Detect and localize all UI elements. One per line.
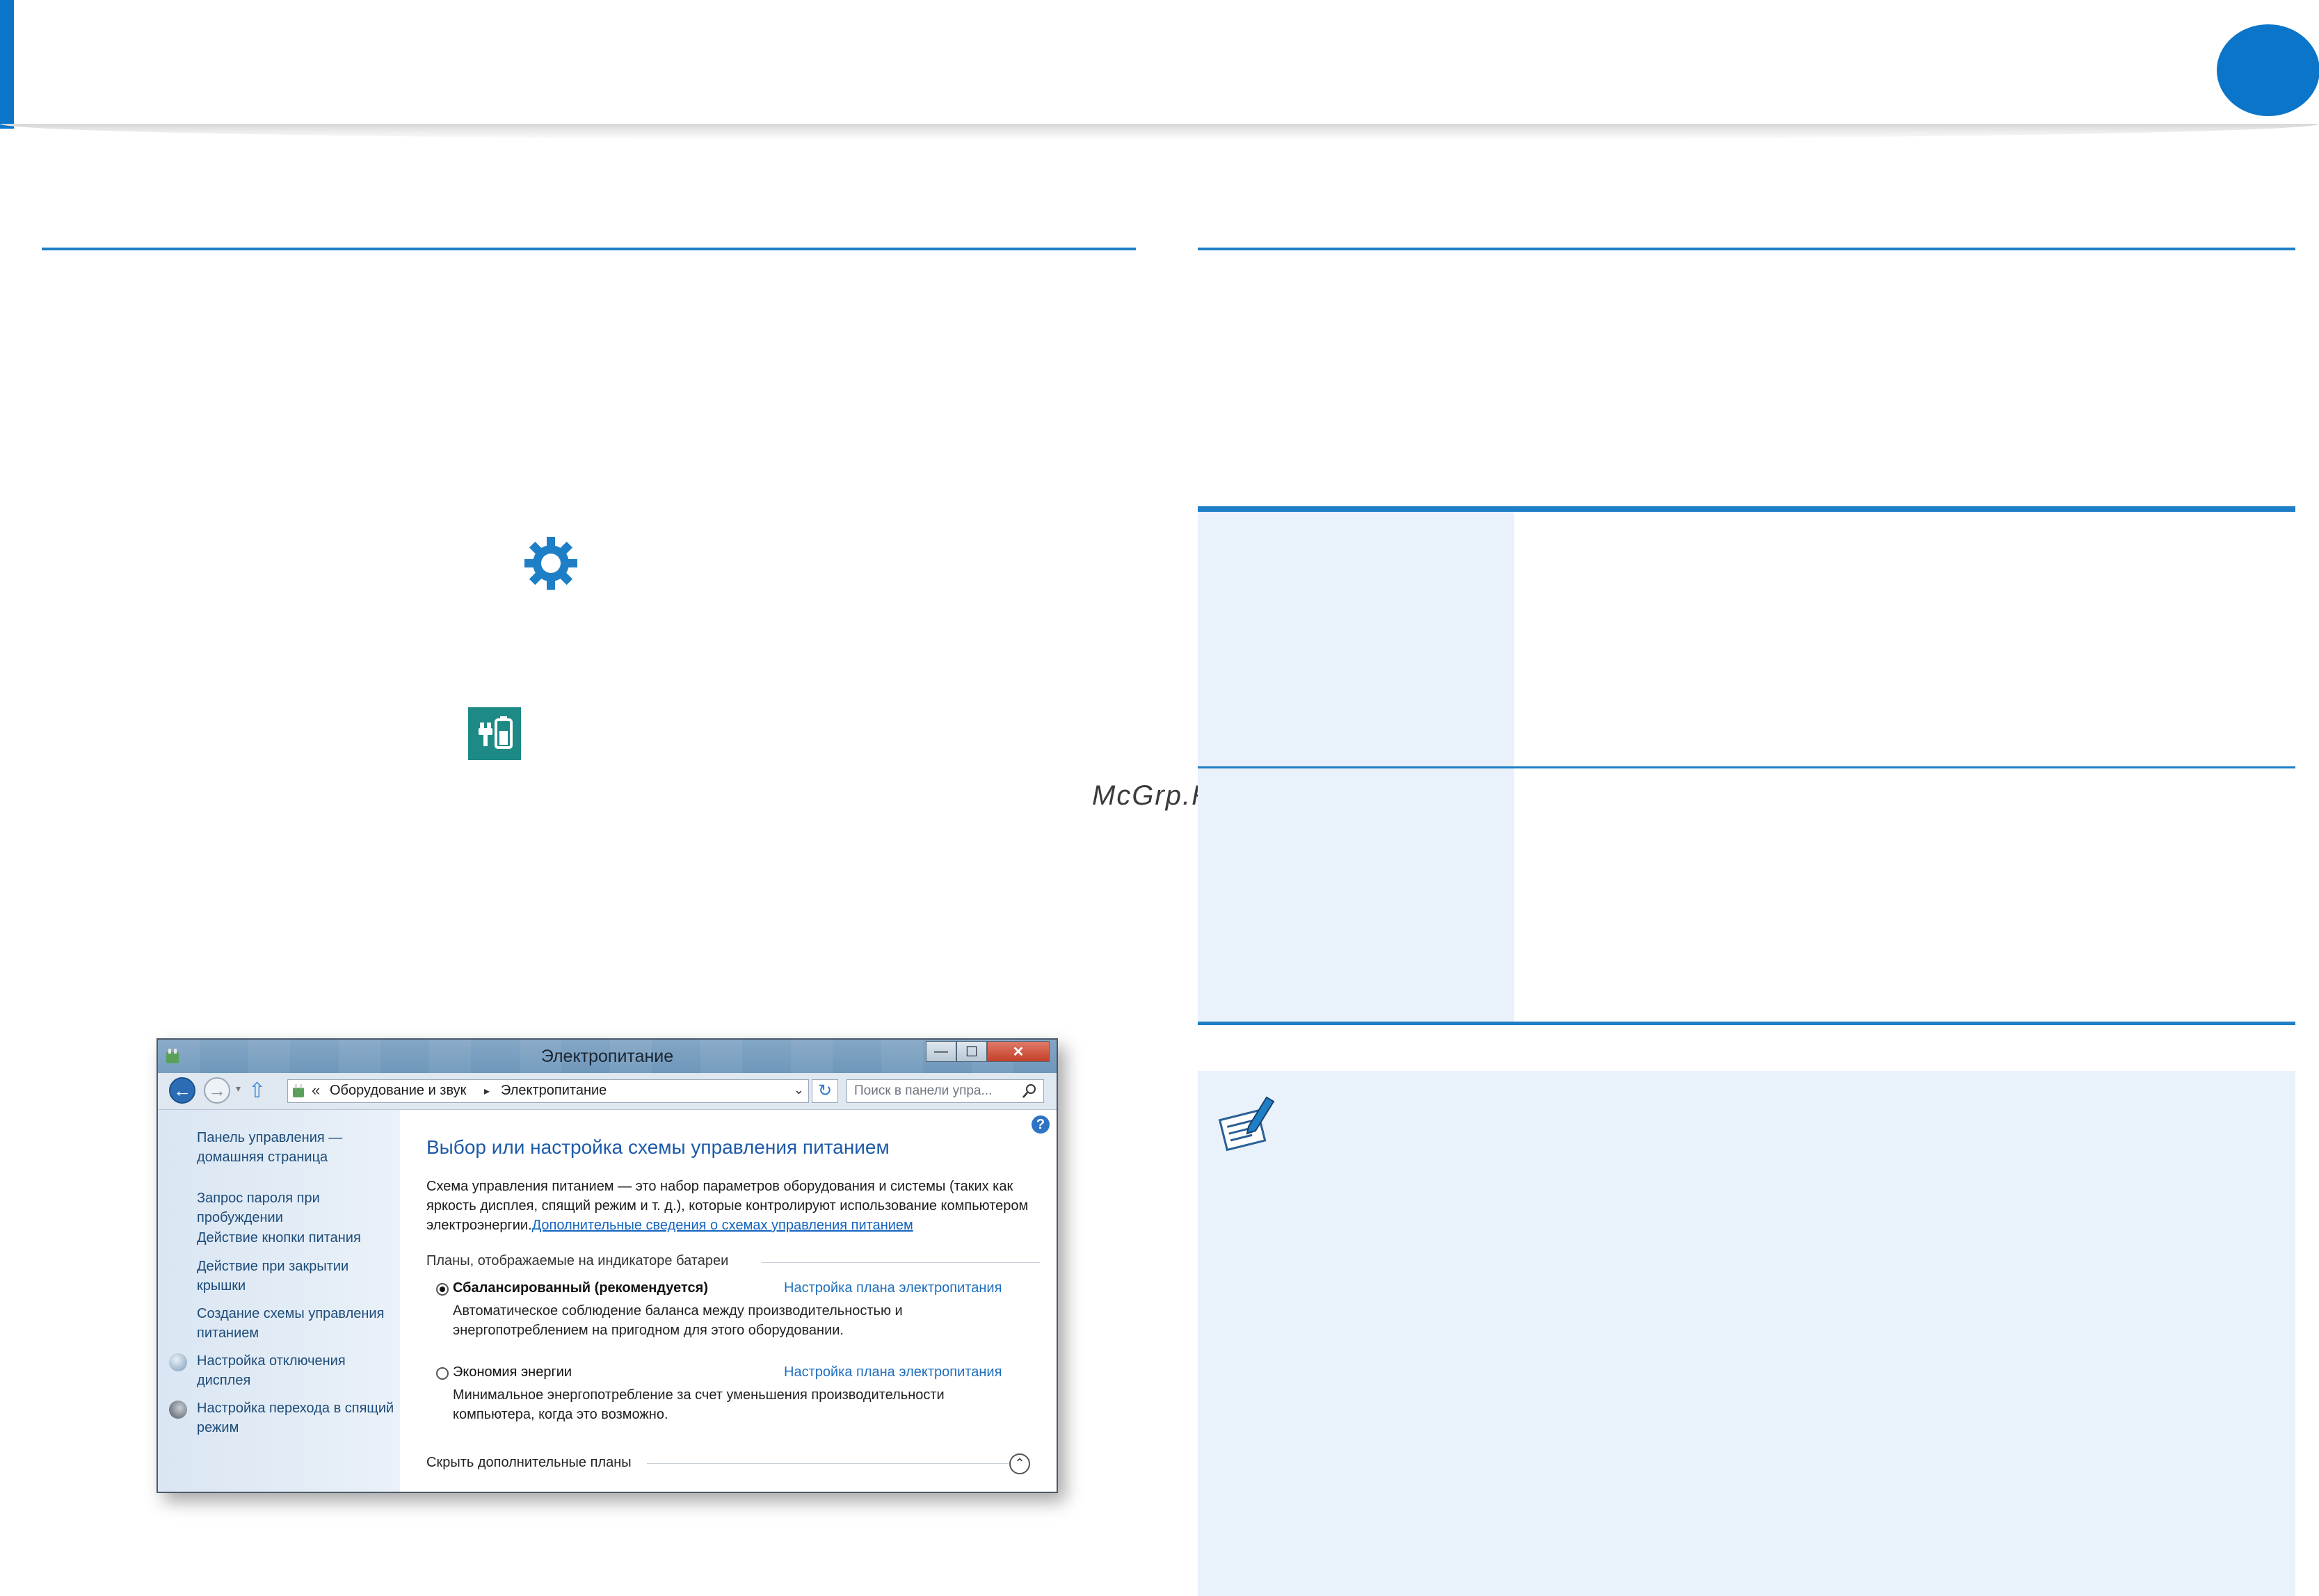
breadcrumb-hardware-sound[interactable]: Оборудование и звук bbox=[330, 1083, 466, 1099]
breadcrumb-power-options[interactable]: Электропитание bbox=[501, 1083, 607, 1099]
balanced-plan-label[interactable]: Сбалансированный (рекомендуется) bbox=[453, 1280, 708, 1296]
breadcrumb-separator-icon[interactable]: ▸ bbox=[484, 1084, 490, 1098]
plans-section-divider bbox=[762, 1262, 1040, 1263]
table-bottom-border bbox=[1198, 1022, 2295, 1025]
left-section-rule bbox=[42, 248, 1136, 250]
window-main-panel: ? Выбор или настройка схемы управления п… bbox=[400, 1110, 1057, 1492]
help-icon[interactable]: ? bbox=[1032, 1115, 1050, 1134]
sidebar-item-require-password[interactable]: Запрос пароля при пробуждении bbox=[197, 1188, 399, 1227]
window-title: Электропитание bbox=[540, 1047, 674, 1066]
display-off-icon bbox=[169, 1353, 187, 1371]
page-title: Выбор или настройка схемы управления пит… bbox=[426, 1136, 890, 1158]
sidebar-item-power-button-action[interactable]: Действие кнопки питания bbox=[197, 1228, 399, 1248]
power-options-icon bbox=[468, 707, 521, 760]
up-button[interactable]: ⇧ bbox=[248, 1079, 266, 1103]
hide-plans-divider bbox=[647, 1463, 1009, 1464]
window-sidebar: Панель управления — домашняя страница За… bbox=[158, 1110, 400, 1492]
balanced-plan-settings-link[interactable]: Настройка плана электропитания bbox=[784, 1280, 1002, 1296]
more-info-link[interactable]: Дополнительные сведения о схемах управле… bbox=[532, 1218, 913, 1233]
breadcrumb-overflow[interactable]: « bbox=[312, 1081, 320, 1099]
control-panel-icon bbox=[293, 1084, 304, 1097]
balanced-plan-description: Автоматическое соблюдение баланса между … bbox=[453, 1303, 903, 1338]
note-box bbox=[1198, 1071, 2295, 1596]
sidebar-item-display-off[interactable]: Настройка отключения дисплея bbox=[197, 1351, 399, 1390]
sidebar-item-create-power-plan[interactable]: Создание схемы управления питанием bbox=[197, 1304, 399, 1343]
power-saver-plan-label[interactable]: Экономия энергии bbox=[453, 1364, 572, 1380]
search-icon[interactable] bbox=[1021, 1083, 1038, 1099]
left-accent-bar bbox=[0, 0, 14, 129]
power-options-window: Электропитание — ☐ ✕ ← → ▾ ⇧ « Оборудова… bbox=[157, 1038, 1058, 1493]
gear-icon bbox=[524, 537, 577, 590]
page-description: Схема управления питанием — это набор па… bbox=[426, 1177, 1038, 1235]
table-row-2-header-cell bbox=[1198, 768, 1514, 1022]
sidebar-item-control-panel-home[interactable]: Панель управления — домашняя страница bbox=[197, 1128, 399, 1167]
table-row-1-header-cell bbox=[1198, 512, 1514, 766]
recent-locations-chevron-icon[interactable]: ▾ bbox=[236, 1083, 241, 1095]
power-saver-plan-settings-link[interactable]: Настройка плана электропитания bbox=[784, 1364, 1002, 1380]
plans-section-header: Планы, отображаемые на индикаторе батаре… bbox=[426, 1253, 729, 1268]
forward-button[interactable]: → bbox=[204, 1077, 230, 1104]
sidebar-item-sleep-settings[interactable]: Настройка перехода в спящий режим bbox=[197, 1398, 399, 1437]
address-dropdown-icon[interactable]: ⌄ bbox=[794, 1083, 804, 1097]
note-pencil-icon bbox=[1218, 1096, 1275, 1152]
power-saver-plan-radio[interactable] bbox=[436, 1367, 449, 1380]
address-bar-row: ← → ▾ ⇧ « Оборудование и звук ▸ Электроп… bbox=[158, 1073, 1057, 1110]
maximize-button[interactable]: ☐ bbox=[956, 1041, 987, 1062]
sidebar-item-lid-close-action[interactable]: Действие при закрытии крышки bbox=[197, 1257, 399, 1296]
sleep-moon-icon bbox=[169, 1401, 187, 1419]
minimize-button[interactable]: — bbox=[926, 1041, 956, 1062]
balanced-plan-radio[interactable] bbox=[436, 1283, 449, 1296]
page-badge bbox=[2217, 24, 2319, 116]
header-shadow bbox=[0, 124, 2319, 140]
right-section-rule bbox=[1198, 248, 2295, 250]
close-button[interactable]: ✕ bbox=[987, 1041, 1050, 1062]
search-input[interactable]: Поиск в панели упра... bbox=[846, 1079, 1044, 1103]
address-field[interactable]: « Оборудование и звук ▸ Электропитание ⌄ bbox=[287, 1079, 809, 1103]
hide-additional-plans-label[interactable]: Скрыть дополнительные планы bbox=[426, 1455, 632, 1471]
search-placeholder: Поиск в панели упра... bbox=[854, 1083, 993, 1098]
table-top-border bbox=[1198, 506, 2295, 512]
refresh-button[interactable]: ↻ bbox=[812, 1079, 838, 1103]
window-titlebar[interactable]: Электропитание — ☐ ✕ bbox=[158, 1040, 1057, 1073]
power-saver-plan-description: Минимальное энергопотребление за счет ум… bbox=[453, 1387, 945, 1422]
collapse-chevron-icon[interactable]: ⌃ bbox=[1009, 1453, 1030, 1474]
back-button[interactable]: ← bbox=[169, 1077, 195, 1104]
